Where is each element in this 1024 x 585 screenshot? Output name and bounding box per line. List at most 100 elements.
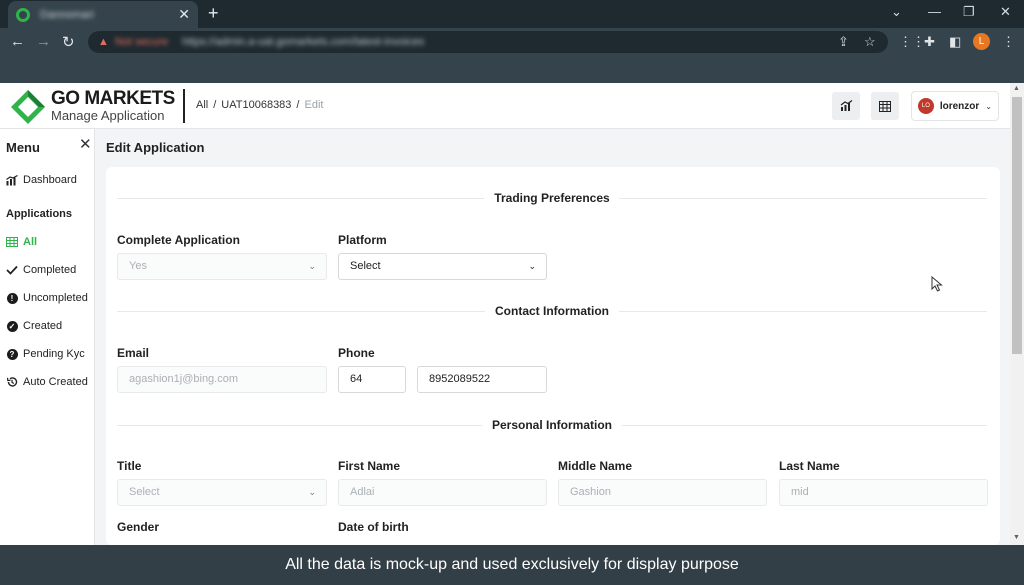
sidebar-item-created[interactable]: ✓ Created bbox=[6, 320, 62, 332]
close-menu-icon[interactable]: ✕ bbox=[79, 135, 92, 153]
close-window-icon[interactable]: ✕ bbox=[1000, 4, 1011, 20]
sidebar-item-label: Pending Kyc bbox=[23, 348, 85, 360]
reload-icon[interactable]: ↻ bbox=[62, 33, 75, 51]
mockup-disclaimer-caption: All the data is mock-up and used exclusi… bbox=[0, 545, 1024, 585]
middle-name-value: Gashion bbox=[570, 486, 611, 498]
sidebar-item-completed[interactable]: Completed bbox=[6, 264, 76, 276]
phone-number-value: 8952089522 bbox=[429, 373, 491, 385]
middle-name-label: Middle Name bbox=[558, 459, 633, 473]
warning-icon: ▲ bbox=[98, 36, 109, 48]
complete-application-select[interactable]: Yes ⌄ bbox=[117, 253, 327, 280]
sidebar-item-all[interactable]: All bbox=[6, 236, 37, 248]
tab-title: Dannomari bbox=[40, 8, 94, 21]
phone-label: Phone bbox=[338, 346, 375, 360]
browser-tab[interactable]: Dannomari ✕ bbox=[8, 1, 198, 28]
go-markets-logo-icon bbox=[11, 90, 45, 124]
chevron-down-icon: ⌄ bbox=[308, 261, 316, 271]
mouse-cursor-icon bbox=[931, 276, 943, 292]
edit-application-form: Trading Preferences Complete Application… bbox=[106, 167, 1000, 545]
menu-title: Menu bbox=[6, 140, 40, 155]
phone-number-field[interactable]: 8952089522 bbox=[417, 366, 547, 393]
chevron-down-icon: ⌄ bbox=[528, 261, 536, 271]
exclamation-circle-icon: ! bbox=[6, 292, 18, 304]
complete-application-label: Complete Application bbox=[117, 233, 240, 247]
table-button[interactable] bbox=[871, 92, 899, 120]
last-name-label: Last Name bbox=[779, 459, 840, 473]
minimize-icon[interactable]: — bbox=[928, 4, 941, 19]
logo-subtitle: Manage Application bbox=[51, 108, 165, 123]
sidebar-item-label: All bbox=[23, 236, 38, 248]
chart-button[interactable] bbox=[832, 92, 860, 120]
forward-icon[interactable]: → bbox=[36, 33, 51, 50]
title-select[interactable]: Select ⌄ bbox=[117, 479, 327, 506]
not-secure-label: Not secure bbox=[114, 36, 169, 48]
email-label: Email bbox=[117, 346, 150, 360]
profile-avatar[interactable]: L bbox=[973, 33, 990, 50]
chevron-down-icon: ⌄ bbox=[985, 101, 992, 111]
tab-search-icon[interactable]: ⌄ bbox=[891, 4, 902, 20]
browser-chrome-fill bbox=[0, 56, 1024, 83]
table-icon bbox=[6, 236, 18, 248]
section-heading: Trading Preferences bbox=[484, 191, 620, 205]
scroll-down-icon[interactable]: ▼ bbox=[1013, 534, 1020, 541]
gender-label: Gender bbox=[117, 520, 160, 534]
breadcrumb-all[interactable]: All bbox=[196, 99, 208, 111]
chart-icon bbox=[840, 100, 852, 111]
address-bar[interactable]: ▲ Not secure https://admin.a-uat.gomarke… bbox=[88, 31, 888, 53]
restore-icon[interactable]: ❐ bbox=[963, 4, 975, 20]
sidebar-item-label: Dashboard bbox=[23, 174, 77, 186]
section-trading-preferences: Trading Preferences bbox=[117, 191, 987, 205]
platform-label: Platform bbox=[338, 233, 387, 247]
breadcrumb-application-id[interactable]: UAT10068383 bbox=[221, 99, 291, 111]
sidebar-item-label: Auto Created bbox=[23, 376, 88, 388]
page-title: Edit Application bbox=[106, 140, 205, 155]
sidebar-item-label: Completed bbox=[23, 264, 77, 276]
breadcrumb: All / UAT10068383/Edit bbox=[196, 99, 324, 111]
scrollbar-thumb[interactable] bbox=[1012, 97, 1022, 354]
share-icon[interactable]: ⇪ bbox=[838, 34, 849, 50]
middle-name-field[interactable]: Gashion bbox=[558, 479, 767, 506]
scroll-up-icon[interactable]: ▲ bbox=[1013, 85, 1020, 92]
phone-country-code-field[interactable]: 64 bbox=[338, 366, 406, 393]
check-circle-icon: ✓ bbox=[6, 320, 18, 332]
section-contact-information: Contact Information bbox=[117, 304, 987, 318]
extensions-icon[interactable]: ✚ bbox=[924, 34, 935, 50]
sidebar-item-dashboard[interactable]: Dashboard bbox=[6, 174, 77, 186]
first-name-field[interactable]: Adlai bbox=[338, 479, 547, 506]
side-panel-icon[interactable]: ◧ bbox=[949, 34, 961, 50]
platform-value: Select bbox=[350, 260, 381, 272]
sidebar-item-uncompleted[interactable]: ! Uncompleted bbox=[6, 292, 88, 304]
email-field[interactable]: agashion1j@bing.com bbox=[117, 366, 327, 393]
last-name-field[interactable]: mid bbox=[779, 479, 988, 506]
apps-grid-icon[interactable]: ⋮⋮ bbox=[899, 34, 925, 50]
sidebar-item-label: Uncompleted bbox=[23, 292, 88, 304]
back-icon[interactable]: ← bbox=[10, 33, 25, 50]
history-icon bbox=[6, 376, 18, 388]
close-tab-icon[interactable]: ✕ bbox=[178, 6, 190, 23]
sidebar-section-applications: Applications bbox=[6, 208, 73, 220]
page-scrollbar[interactable]: ▲ ▼ bbox=[1010, 83, 1024, 545]
platform-select[interactable]: Select ⌄ bbox=[338, 253, 547, 280]
last-name-value: mid bbox=[791, 486, 809, 498]
first-name-value: Adlai bbox=[350, 486, 375, 498]
check-icon bbox=[6, 264, 18, 276]
new-tab-icon[interactable]: + bbox=[208, 3, 219, 24]
question-circle-icon: ? bbox=[6, 348, 18, 360]
user-name: lorenzor bbox=[939, 100, 980, 112]
user-menu-button[interactable]: LO lorenzor ⌄ bbox=[911, 91, 999, 121]
browser-menu-icon[interactable]: ⋮ bbox=[1002, 34, 1015, 50]
dashboard-chart-icon bbox=[6, 174, 18, 186]
bookmark-star-icon[interactable]: ☆ bbox=[864, 34, 876, 50]
browser-toolbar: ← → ↻ ▲ Not secure https://admin.a-uat.g… bbox=[0, 28, 1024, 56]
breadcrumb-current: Edit bbox=[304, 99, 324, 111]
app-header: GO MARKETS Manage Application All / UAT100… bbox=[0, 83, 1010, 129]
table-icon bbox=[879, 100, 891, 112]
sidebar: Menu ✕ Dashboard Applications All Comple… bbox=[0, 129, 95, 545]
section-personal-information: Personal Information bbox=[117, 418, 987, 432]
user-avatar: LO bbox=[918, 98, 934, 114]
sidebar-item-auto-created[interactable]: Auto Created bbox=[6, 376, 88, 388]
logo-divider bbox=[183, 89, 185, 123]
phone-code-value: 64 bbox=[350, 373, 363, 385]
email-value: agashion1j@bing.com bbox=[129, 373, 239, 385]
sidebar-item-pending-kyc[interactable]: ? Pending Kyc bbox=[6, 348, 85, 360]
